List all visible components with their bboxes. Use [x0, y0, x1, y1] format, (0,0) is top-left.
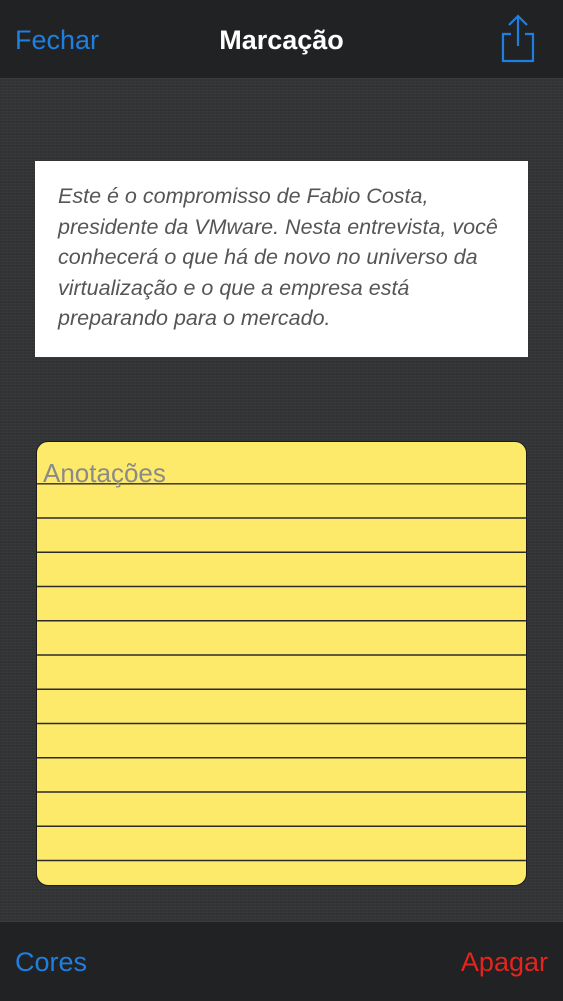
bottom-toolbar: Cores Apagar [0, 921, 563, 1001]
highlighted-quote-card: Este é o compromisso de Fabio Costa, pre… [35, 161, 528, 357]
colors-button[interactable]: Cores [15, 944, 87, 980]
page-title: Marcação [219, 25, 344, 55]
share-button[interactable] [498, 12, 538, 64]
share-icon [501, 14, 535, 63]
highlighted-quote-text: Este é o compromisso de Fabio Costa, pre… [58, 184, 498, 330]
navigation-bar: Fechar Marcação [0, 0, 563, 79]
notes-pad [36, 441, 527, 886]
delete-button[interactable]: Apagar [461, 944, 548, 980]
notes-input[interactable] [37, 442, 526, 885]
